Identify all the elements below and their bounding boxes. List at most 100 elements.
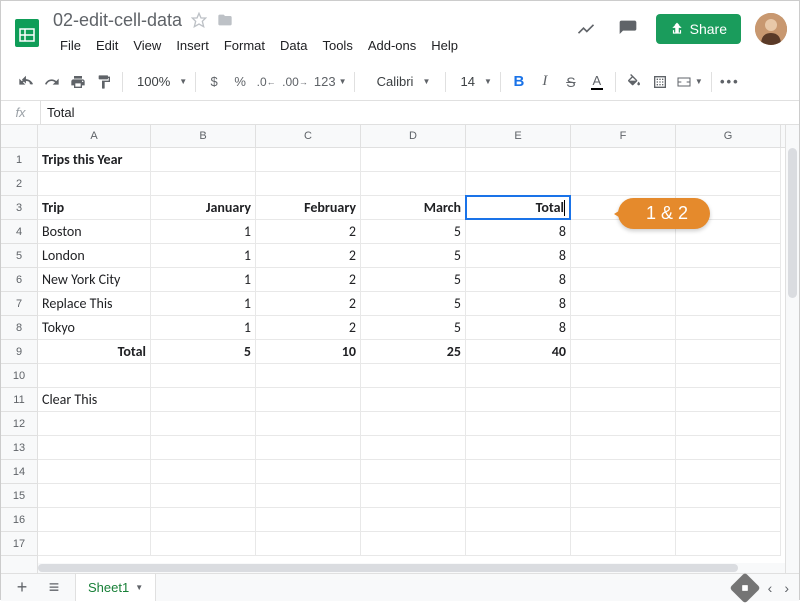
cell[interactable] — [38, 364, 151, 388]
formula-input[interactable]: Total — [41, 105, 74, 120]
cell[interactable]: 1 — [151, 244, 256, 268]
cell[interactable] — [676, 292, 781, 316]
cell[interactable] — [38, 436, 151, 460]
cell[interactable] — [571, 388, 676, 412]
cell[interactable]: Boston — [38, 220, 151, 244]
cell[interactable] — [38, 460, 151, 484]
row-header[interactable]: 1 — [1, 148, 37, 172]
cell[interactable] — [361, 412, 466, 436]
comments-icon[interactable] — [614, 15, 642, 43]
undo-icon[interactable] — [13, 69, 39, 95]
row-header[interactable]: 16 — [1, 508, 37, 532]
cell[interactable]: 10 — [256, 340, 361, 364]
bold-button[interactable]: B — [506, 69, 532, 95]
redo-icon[interactable] — [39, 69, 65, 95]
cell[interactable]: 2 — [256, 292, 361, 316]
cell[interactable]: 25 — [361, 340, 466, 364]
strikethrough-button[interactable]: S — [558, 69, 584, 95]
italic-button[interactable]: I — [532, 69, 558, 95]
cell[interactable] — [466, 508, 571, 532]
cell[interactable] — [361, 364, 466, 388]
col-header-b[interactable]: B — [151, 125, 256, 147]
cell[interactable] — [151, 484, 256, 508]
cell[interactable] — [571, 460, 676, 484]
cell[interactable] — [466, 436, 571, 460]
cell[interactable]: 8 — [466, 316, 571, 340]
cell[interactable] — [466, 412, 571, 436]
row-header[interactable]: 4 — [1, 220, 37, 244]
row-header[interactable]: 13 — [1, 436, 37, 460]
cell[interactable] — [361, 388, 466, 412]
select-all-corner[interactable] — [1, 125, 38, 147]
cell[interactable]: 2 — [256, 316, 361, 340]
row-header[interactable]: 2 — [1, 172, 37, 196]
cell[interactable] — [676, 340, 781, 364]
cell[interactable] — [571, 268, 676, 292]
cell[interactable] — [676, 508, 781, 532]
col-header-a[interactable]: A — [38, 125, 151, 147]
cell[interactable] — [38, 412, 151, 436]
cell[interactable] — [571, 244, 676, 268]
col-header-e[interactable]: E — [466, 125, 571, 147]
cell[interactable] — [676, 460, 781, 484]
col-header-c[interactable]: C — [256, 125, 361, 147]
cell[interactable]: March — [361, 196, 466, 220]
explore-button[interactable] — [729, 572, 760, 603]
cell[interactable] — [256, 148, 361, 172]
cell[interactable]: Replace This — [38, 292, 151, 316]
document-title[interactable]: 02-edit-cell-data — [53, 10, 182, 31]
cell[interactable]: February — [256, 196, 361, 220]
cell[interactable]: Tokyo — [38, 316, 151, 340]
menu-data[interactable]: Data — [273, 34, 314, 57]
cell[interactable]: 8 — [466, 268, 571, 292]
cell[interactable] — [676, 244, 781, 268]
cell[interactable] — [571, 148, 676, 172]
cell[interactable] — [466, 484, 571, 508]
menu-file[interactable]: File — [53, 34, 88, 57]
currency-icon[interactable]: $ — [201, 69, 227, 95]
cell[interactable] — [571, 532, 676, 556]
row-header[interactable]: 12 — [1, 412, 37, 436]
cell[interactable]: 8 — [466, 244, 571, 268]
cell[interactable]: January — [151, 196, 256, 220]
sheets-app-icon[interactable] — [9, 9, 45, 57]
cell[interactable]: Trips this Year — [38, 148, 151, 172]
share-button[interactable]: Share — [656, 14, 741, 44]
percent-icon[interactable]: % — [227, 69, 253, 95]
cell[interactable] — [151, 508, 256, 532]
paint-format-icon[interactable] — [91, 69, 117, 95]
cell[interactable]: 1 — [151, 316, 256, 340]
font-family-dropdown[interactable]: Calibri▼ — [360, 69, 440, 95]
col-header-d[interactable]: D — [361, 125, 466, 147]
cell[interactable] — [676, 436, 781, 460]
move-folder-icon[interactable] — [216, 11, 234, 29]
cell[interactable] — [256, 436, 361, 460]
cell[interactable] — [571, 508, 676, 532]
cell[interactable] — [256, 388, 361, 412]
font-size-dropdown[interactable]: 14▼ — [451, 69, 494, 95]
cell[interactable] — [571, 484, 676, 508]
decimal-decrease-icon[interactable]: .0← — [253, 69, 279, 95]
row-header[interactable]: 7 — [1, 292, 37, 316]
col-header-g[interactable]: G — [676, 125, 781, 147]
cell[interactable]: 2 — [256, 244, 361, 268]
cell[interactable] — [361, 484, 466, 508]
cell[interactable]: 40 — [466, 340, 571, 364]
all-sheets-button[interactable]: ≡ — [43, 577, 65, 598]
cell[interactable]: 5 — [361, 292, 466, 316]
cell[interactable] — [466, 460, 571, 484]
menu-format[interactable]: Format — [217, 34, 272, 57]
cell[interactable]: 5 — [151, 340, 256, 364]
row-header[interactable]: 3 — [1, 196, 37, 220]
menu-view[interactable]: View — [126, 34, 168, 57]
cell[interactable] — [38, 508, 151, 532]
cell[interactable] — [38, 484, 151, 508]
cell[interactable]: 2 — [256, 268, 361, 292]
cell[interactable] — [676, 172, 781, 196]
cell[interactable] — [676, 484, 781, 508]
row-header[interactable]: 15 — [1, 484, 37, 508]
row-header[interactable]: 11 — [1, 388, 37, 412]
decimal-increase-icon[interactable]: .00→ — [279, 69, 311, 95]
row-header[interactable]: 9 — [1, 340, 37, 364]
cell[interactable] — [151, 172, 256, 196]
